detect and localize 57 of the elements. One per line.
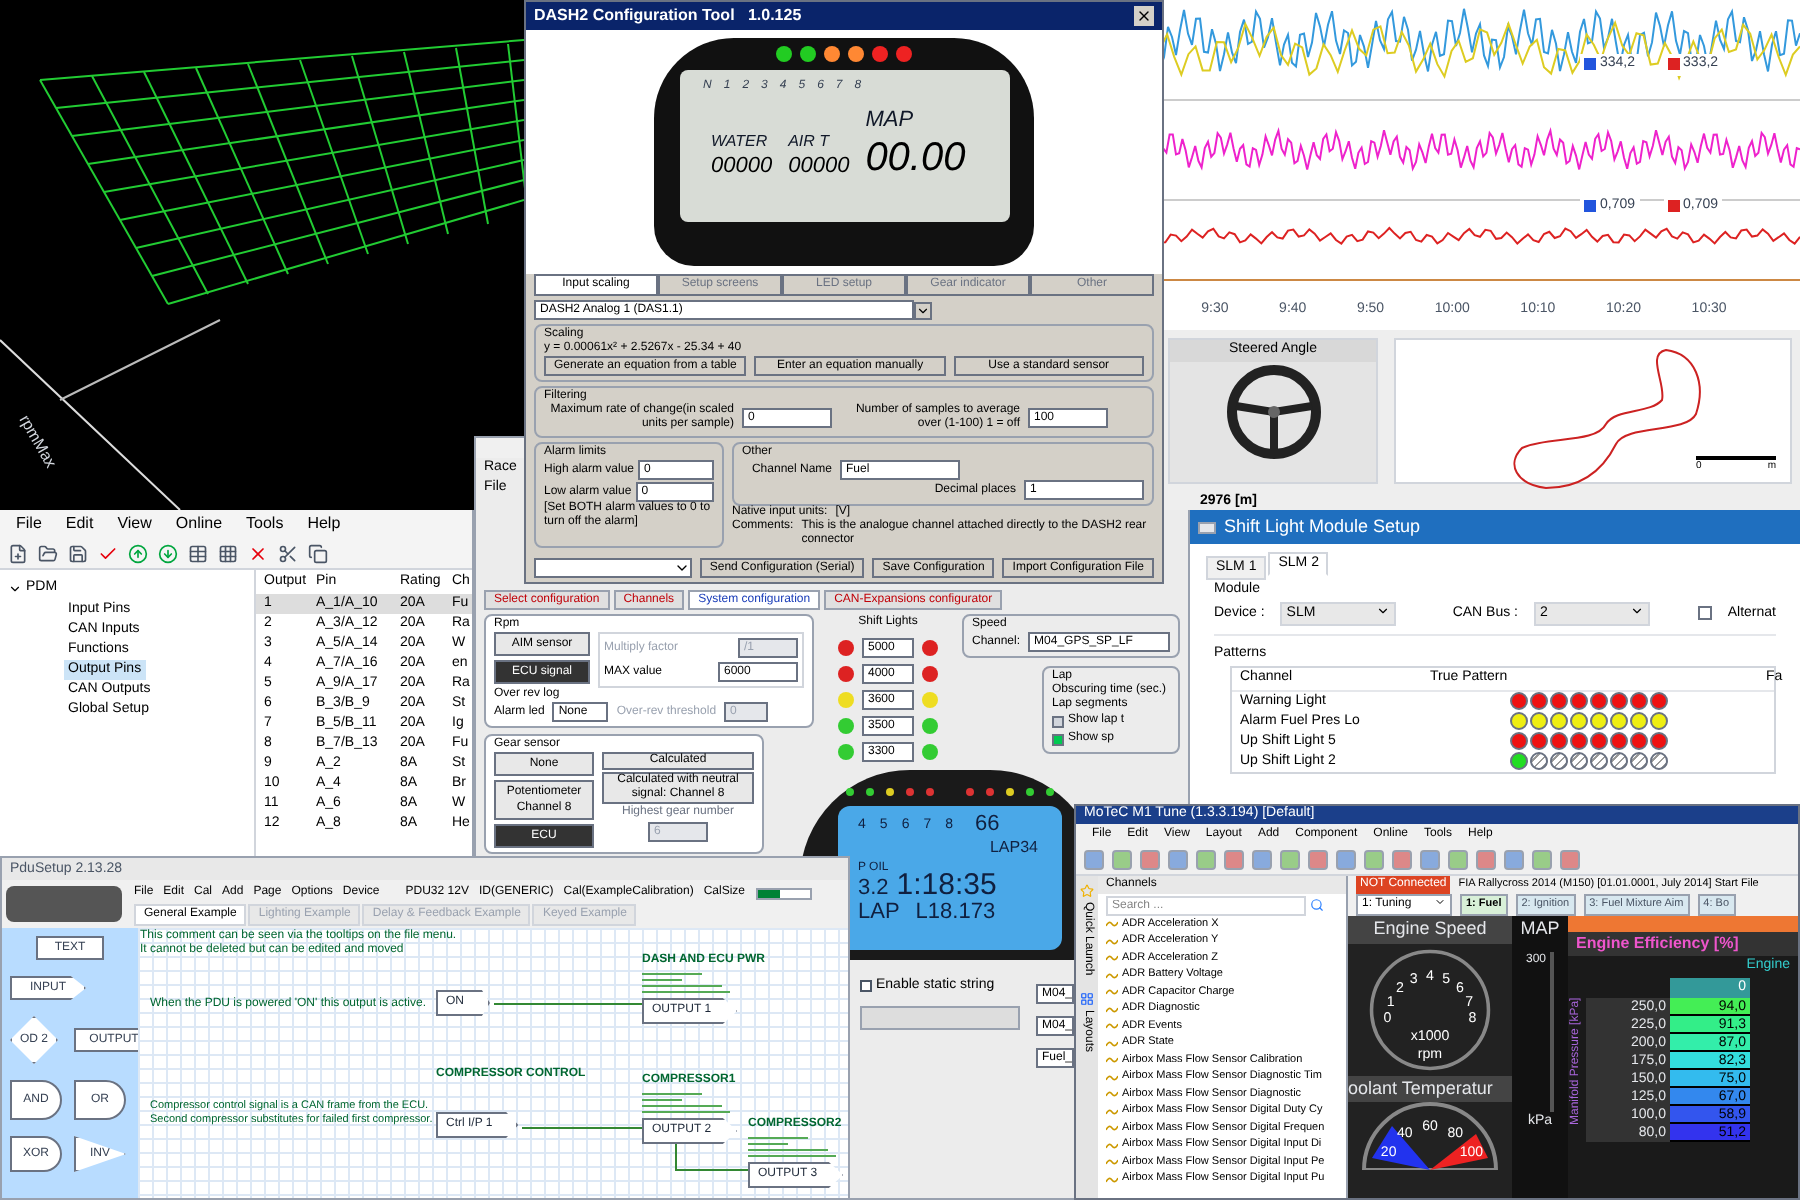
lcd-value: 1:18:35 bbox=[896, 870, 997, 900]
lcd-label: MAP bbox=[865, 106, 916, 136]
lcd-label: AIR T bbox=[788, 129, 832, 153]
lcd-value: LAP34 bbox=[989, 836, 1040, 860]
dropdown-arrow-icon[interactable] bbox=[914, 301, 932, 319]
table-title: Engine Efficiency [%] bbox=[1568, 932, 1798, 956]
close-button[interactable] bbox=[1134, 6, 1154, 26]
copy-icon[interactable] bbox=[308, 543, 328, 563]
checkbox[interactable] bbox=[1698, 606, 1712, 621]
cut-icon[interactable] bbox=[278, 543, 298, 563]
checkbox[interactable] bbox=[1052, 733, 1064, 745]
delete-icon[interactable] bbox=[248, 543, 268, 563]
lcd-value: 3.2 bbox=[858, 878, 889, 900]
window-title: DASH2 Configuration Tool 1.0.125 bbox=[534, 4, 802, 28]
checkbox[interactable] bbox=[1052, 715, 1064, 727]
block-details-drawing bbox=[642, 970, 732, 998]
static-string-field[interactable] bbox=[860, 1005, 1020, 1029]
device-photo-placeholder bbox=[6, 886, 122, 922]
menu-item[interactable]: File bbox=[16, 512, 42, 536]
menu-item[interactable]: View bbox=[117, 512, 152, 536]
lcd-value: L18.173 bbox=[915, 900, 996, 924]
grid-icon[interactable] bbox=[218, 543, 238, 563]
port-dropdown[interactable] bbox=[534, 558, 692, 578]
layout-icon bbox=[1080, 991, 1094, 1006]
lcd-value: 00000 bbox=[788, 153, 850, 177]
scale-bar bbox=[1696, 456, 1776, 460]
save-icon[interactable] bbox=[68, 543, 88, 563]
check-icon[interactable] bbox=[98, 543, 118, 563]
menu-item[interactable]: Help bbox=[307, 512, 341, 536]
connector-line bbox=[674, 1142, 748, 1174]
chevron-down-icon bbox=[1630, 603, 1645, 617]
table-icon[interactable] bbox=[188, 543, 208, 563]
connector-line bbox=[522, 1126, 642, 1130]
lcd-value: LAP bbox=[858, 900, 900, 924]
lcd-value: 00000 bbox=[711, 153, 773, 177]
folder-icon[interactable] bbox=[38, 543, 58, 563]
gauge-title: MAP bbox=[1520, 916, 1560, 942]
chevron-down-icon bbox=[673, 560, 690, 576]
block-details-drawing bbox=[642, 1090, 732, 1118]
steering-wheel-icon bbox=[1223, 361, 1323, 461]
window-icon bbox=[1198, 521, 1216, 533]
window-title: Shift Light Module Setup bbox=[1224, 513, 1421, 540]
block-details-drawing bbox=[748, 1134, 838, 1162]
lcd-value: 00.00 bbox=[865, 137, 966, 177]
chevron-down-icon bbox=[1434, 896, 1446, 908]
menu-item[interactable]: Edit bbox=[65, 512, 94, 536]
lcd-value: 66 bbox=[975, 814, 1000, 836]
checkbox[interactable] bbox=[860, 980, 872, 993]
chevron-down-icon bbox=[1376, 603, 1391, 617]
new-file-icon[interactable] bbox=[8, 543, 28, 563]
star-icon bbox=[1080, 884, 1094, 898]
search-icon[interactable] bbox=[1310, 898, 1324, 912]
menu-item[interactable]: Online bbox=[175, 512, 223, 536]
menu-item[interactable]: Tools bbox=[246, 512, 284, 536]
gauge-title: Engine Speed bbox=[1348, 916, 1512, 943]
lcd-label: WATER bbox=[711, 129, 770, 153]
gauge-title: oolant Temperatur bbox=[1348, 1075, 1512, 1102]
